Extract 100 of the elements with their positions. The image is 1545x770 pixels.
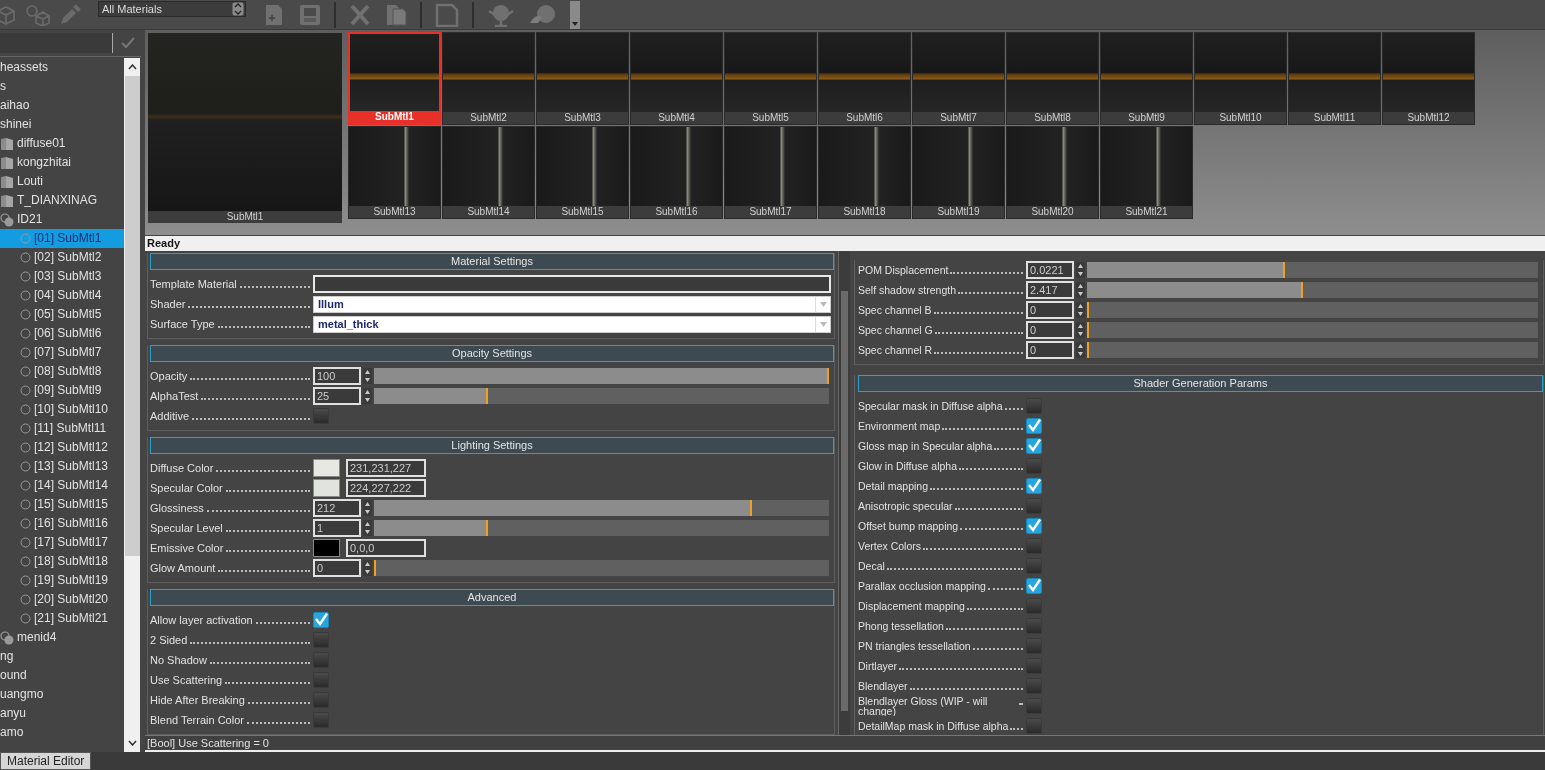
checkbox[interactable] bbox=[313, 712, 329, 728]
slider[interactable] bbox=[374, 520, 829, 536]
checkbox[interactable] bbox=[313, 408, 329, 424]
material-thumbnail[interactable]: SubMtl9 bbox=[1100, 32, 1193, 125]
checkbox[interactable] bbox=[1026, 478, 1042, 494]
tree-item[interactable]: [16] SubMtl16 bbox=[0, 514, 124, 533]
tree-item[interactable]: [14] SubMtl14 bbox=[0, 476, 124, 495]
material-thumbnail[interactable]: SubMtl14 bbox=[442, 126, 535, 219]
color-value-field[interactable]: 231,231,227 bbox=[346, 459, 426, 477]
slider[interactable] bbox=[374, 500, 829, 516]
number-field[interactable]: 0 bbox=[1026, 341, 1074, 359]
tree-item[interactable]: [04] SubMtl4 bbox=[0, 286, 124, 305]
checkbox[interactable] bbox=[1026, 518, 1042, 534]
checkbox[interactable] bbox=[1026, 678, 1042, 694]
slider[interactable] bbox=[1087, 302, 1538, 318]
number-field[interactable]: 0 bbox=[313, 559, 361, 577]
tree-item[interactable]: s bbox=[0, 77, 124, 96]
color-swatch[interactable] bbox=[313, 479, 340, 497]
checkbox[interactable] bbox=[1026, 538, 1042, 554]
tree-item[interactable]: [21] SubMtl21 bbox=[0, 609, 124, 628]
tree-item[interactable]: menid4 bbox=[0, 628, 124, 647]
spinner-icon[interactable] bbox=[1076, 302, 1085, 318]
slider[interactable] bbox=[374, 368, 829, 384]
tree-item[interactable]: amo bbox=[0, 723, 124, 742]
tree-item[interactable]: [03] SubMtl3 bbox=[0, 267, 124, 286]
checkbox[interactable] bbox=[1026, 458, 1042, 474]
tree-item[interactable]: T_DIANXINAG bbox=[0, 191, 124, 210]
number-field[interactable]: 25 bbox=[313, 387, 361, 405]
checkmark-icon[interactable] bbox=[121, 37, 135, 49]
tree-item[interactable]: uangmo bbox=[0, 685, 124, 704]
material-thumbnail[interactable]: SubMtl2 bbox=[442, 32, 535, 125]
scrollbar[interactable] bbox=[838, 251, 850, 735]
checkbox[interactable] bbox=[313, 692, 329, 708]
tree-item[interactable]: diffuse01 bbox=[0, 134, 124, 153]
checkbox[interactable] bbox=[1026, 638, 1042, 654]
spinner-icon[interactable] bbox=[363, 520, 372, 536]
color-swatch[interactable] bbox=[313, 539, 340, 557]
slider[interactable] bbox=[1087, 322, 1538, 338]
checkbox[interactable] bbox=[313, 672, 329, 688]
number-field[interactable]: 212 bbox=[313, 499, 361, 517]
spinner-arrows-icon[interactable] bbox=[232, 1, 244, 16]
material-thumbnail[interactable]: SubMtl12 bbox=[1382, 32, 1475, 125]
copy-icon[interactable] bbox=[384, 2, 408, 27]
tree-item[interactable]: [19] SubMtl19 bbox=[0, 571, 124, 590]
tab[interactable]: Material Editor bbox=[0, 752, 92, 770]
cube-icon[interactable] bbox=[0, 3, 16, 26]
checkbox[interactable] bbox=[313, 632, 329, 648]
tree-item[interactable]: [02] SubMtl2 bbox=[0, 248, 124, 267]
material-thumbnail[interactable]: SubMtl17 bbox=[724, 126, 817, 219]
material-thumbnail[interactable]: SubMtl7 bbox=[912, 32, 1005, 125]
tree-item[interactable]: shinei bbox=[0, 115, 124, 134]
tree-item[interactable]: [09] SubMtl9 bbox=[0, 381, 124, 400]
material-thumbnail[interactable]: SubMtl10 bbox=[1194, 32, 1287, 125]
slider[interactable] bbox=[1087, 282, 1538, 298]
material-thumbnail[interactable]: SubMtl4 bbox=[630, 32, 723, 125]
tree-item[interactable]: heassets bbox=[0, 58, 124, 77]
checkbox[interactable] bbox=[1026, 398, 1042, 414]
tree-item[interactable]: [08] SubMtl8 bbox=[0, 362, 124, 381]
number-field[interactable]: 100 bbox=[313, 367, 361, 385]
spinner-icon[interactable] bbox=[363, 500, 372, 516]
overflow-button[interactable] bbox=[570, 0, 580, 29]
tree-item[interactable]: ID21 bbox=[0, 210, 124, 229]
filter-dropdown[interactable]: All Materials bbox=[98, 0, 246, 17]
slider[interactable] bbox=[374, 560, 829, 576]
spinner-icon[interactable] bbox=[363, 368, 372, 384]
tree-item[interactable]: ound bbox=[0, 666, 124, 685]
material-thumbnail[interactable]: SubMtl16 bbox=[630, 126, 723, 219]
dropdown[interactable]: metal_thick bbox=[313, 315, 831, 333]
material-thumbnail[interactable]: SubMtl19 bbox=[912, 126, 1005, 219]
color-value-field[interactable]: 0,0,0 bbox=[346, 539, 426, 557]
tree-item[interactable]: ng bbox=[0, 647, 124, 666]
number-field[interactable]: 0.0221 bbox=[1026, 261, 1074, 279]
material-thumbnail[interactable]: SubMtl20 bbox=[1006, 126, 1099, 219]
tree-item[interactable]: [13] SubMtl13 bbox=[0, 457, 124, 476]
document-icon[interactable] bbox=[434, 2, 460, 27]
slider[interactable] bbox=[1087, 342, 1538, 358]
checkbox[interactable] bbox=[1026, 658, 1042, 674]
checkbox[interactable] bbox=[1026, 718, 1042, 734]
chevron-down-icon[interactable] bbox=[127, 740, 137, 746]
material-thumbnail[interactable]: SubMtl18 bbox=[818, 126, 911, 219]
eyedropper-icon[interactable] bbox=[58, 3, 82, 26]
material-thumbnail[interactable]: SubMtl3 bbox=[536, 32, 629, 125]
spinner-icon[interactable] bbox=[1076, 342, 1085, 358]
slider[interactable] bbox=[1087, 262, 1538, 278]
material-thumbnail[interactable]: SubMtl6 bbox=[818, 32, 911, 125]
tree-item[interactable]: [17] SubMtl17 bbox=[0, 533, 124, 552]
material-thumbnail[interactable]: SubMtl21 bbox=[1100, 126, 1193, 219]
chevron-up-icon[interactable] bbox=[127, 64, 137, 70]
tree-item[interactable]: [15] SubMtl15 bbox=[0, 495, 124, 514]
checkbox[interactable] bbox=[1026, 498, 1042, 514]
tree-item[interactable]: [20] SubMtl20 bbox=[0, 590, 124, 609]
tree-item[interactable]: [06] SubMtl6 bbox=[0, 324, 124, 343]
checkbox[interactable] bbox=[1026, 438, 1042, 454]
tree-item[interactable]: Louti bbox=[0, 172, 124, 191]
checkbox[interactable] bbox=[1026, 578, 1042, 594]
tree-item[interactable]: anyu bbox=[0, 704, 124, 723]
tree-item[interactable]: [11] SubMtl11 bbox=[0, 419, 124, 438]
spinner-icon[interactable] bbox=[363, 388, 372, 404]
color-swatch[interactable] bbox=[313, 459, 340, 477]
number-field[interactable]: 2.417 bbox=[1026, 281, 1074, 299]
